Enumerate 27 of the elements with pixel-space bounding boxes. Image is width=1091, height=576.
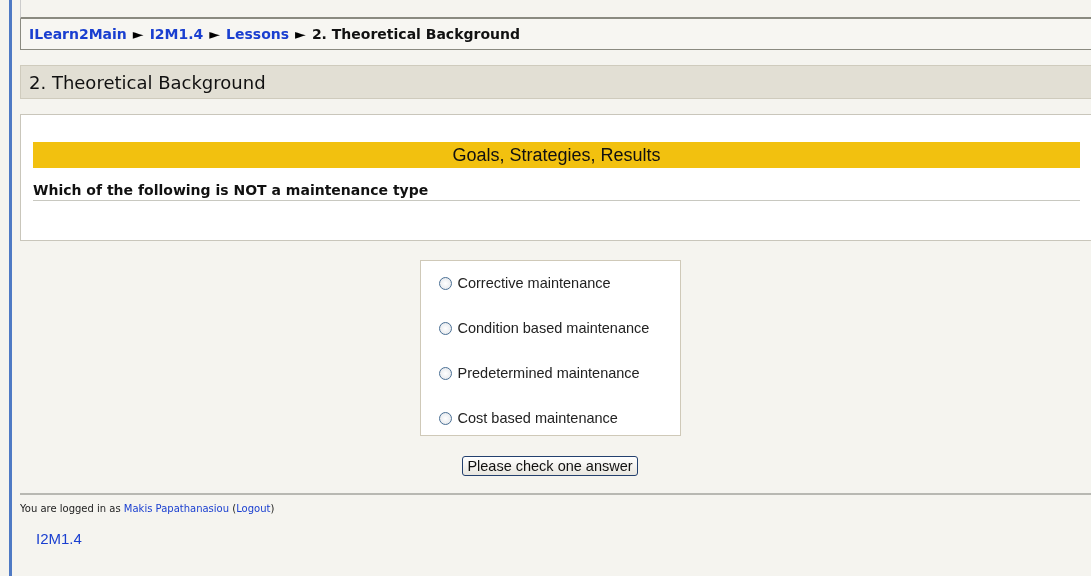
login-info: You are logged in as Makis Papathanasiou (Logout) [20,503,276,514]
section-banner: Goals, Strategies, Results [33,142,1080,168]
radio-button[interactable] [438,366,452,380]
page-title: 2. Theoretical Background [20,65,1091,99]
user-link[interactable]: Makis Papathanasiou [123,503,230,514]
answer-option[interactable]: Predetermined maintenance [438,365,680,381]
radio-button[interactable] [438,276,452,290]
answer-label: Cost based maintenance [457,410,618,426]
question-text: Which of the following is NOT a maintenance type [33,182,1080,201]
radio-button[interactable] [438,411,452,425]
submit-button[interactable]: Please check one answer [462,456,638,476]
logout-link[interactable]: Logout [236,503,271,514]
answer-option[interactable]: Cost based maintenance [438,410,680,426]
breadcrumb-link[interactable]: ILearn2Main [29,26,127,42]
radio-button[interactable] [438,321,452,335]
answer-label: Predetermined maintenance [457,365,640,381]
answer-label: Corrective maintenance [457,275,611,291]
answer-label: Condition based maintenance [457,320,650,336]
breadcrumb-link[interactable]: I2M1.4 [149,26,204,42]
breadcrumb-separator: ► [132,26,144,42]
answer-option[interactable]: Condition based maintenance [438,320,680,336]
breadcrumb-link[interactable]: Lessons [226,26,290,42]
breadcrumb-separator: ► [209,26,221,42]
answer-option[interactable]: Corrective maintenance [438,275,680,291]
breadcrumb-current: 2. Theoretical Background [311,26,520,42]
breadcrumb-separator: ► [295,26,306,42]
course-link[interactable]: I2M1.4 [36,530,82,547]
